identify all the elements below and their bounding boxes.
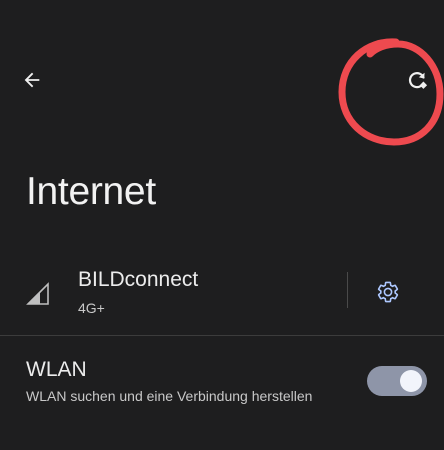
- back-button[interactable]: [14, 62, 50, 98]
- arrow-left-icon: [24, 72, 40, 88]
- section-divider: [0, 335, 444, 336]
- wlan-title: WLAN: [26, 358, 87, 381]
- refresh-button[interactable]: [399, 62, 435, 98]
- mobile-network-row[interactable]: BILDconnect 4G+: [0, 262, 444, 328]
- wlan-subtitle: WLAN suchen und eine Verbindung herstell…: [26, 388, 313, 404]
- network-name: BILDconnect: [78, 268, 199, 291]
- wlan-toggle[interactable]: [367, 366, 427, 396]
- gear-icon: [377, 281, 399, 303]
- signal-icon: [26, 282, 49, 305]
- toggle-knob: [400, 370, 422, 392]
- internet-settings-screen: Internet BILDconnect 4G+ WLAN WLAN suche…: [0, 0, 444, 450]
- page-title: Internet: [26, 170, 156, 213]
- network-type: 4G+: [78, 300, 105, 316]
- row-divider: [347, 272, 348, 308]
- refresh-icon: [408, 72, 428, 89]
- partially-visible-list-item: [78, 440, 278, 450]
- top-app-bar: [0, 0, 444, 150]
- network-settings-button[interactable]: [372, 276, 404, 308]
- wlan-row[interactable]: WLAN WLAN suchen und eine Verbindung her…: [0, 348, 444, 418]
